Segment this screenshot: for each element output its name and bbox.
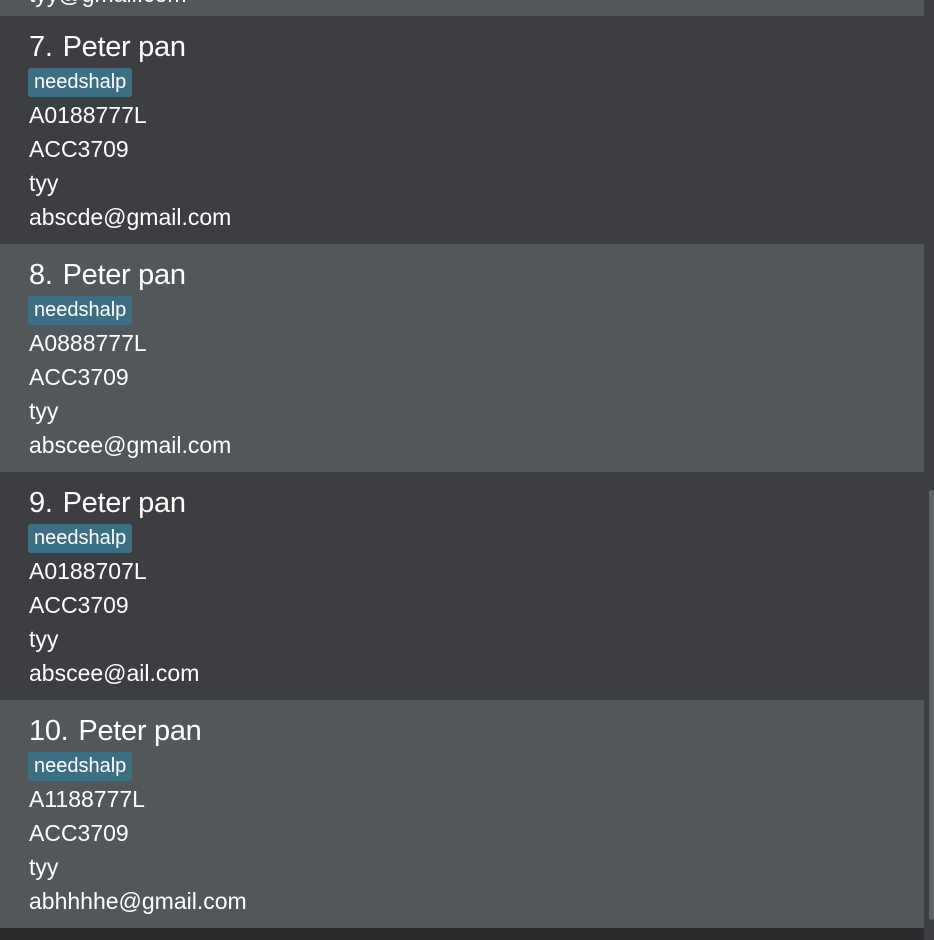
person-email: abscee@ail.com <box>29 660 200 686</box>
person-module: ACC3709 <box>29 364 129 390</box>
person-tag: needshalp <box>28 524 133 553</box>
person-module: ACC3709 <box>29 820 129 846</box>
person-name-row: 9. Peter pan <box>29 486 186 520</box>
person-module: ACC3709 <box>29 136 129 162</box>
person-student-id: A0188707L <box>29 558 147 584</box>
person-tutorial: tyy <box>29 170 59 196</box>
scrollbar-thumb[interactable] <box>929 490 934 920</box>
person-index: 9. <box>29 487 53 519</box>
list-bottom-edge <box>0 928 924 940</box>
person-module: ACC3709 <box>29 592 129 618</box>
person-card-10[interactable]: 10. Peter pan needshalp A1188777L ACC3709… <box>0 700 924 928</box>
person-tag: needshalp <box>28 68 133 97</box>
person-email: abscee@gmail.com <box>29 432 232 458</box>
person-card-9[interactable]: 9. Peter pan needshalp A0188707L ACC3709 … <box>0 472 924 700</box>
person-name-row: 8. Peter pan <box>29 258 186 292</box>
person-name-row: 10. Peter pan <box>29 714 202 748</box>
person-index: 8. <box>29 259 53 291</box>
person-name-row: 7. Peter pan <box>29 30 186 64</box>
person-tag: needshalp <box>28 296 133 325</box>
person-email: abscde@gmail.com <box>29 204 232 230</box>
person-name: Peter pan <box>62 487 186 519</box>
person-student-id: A0188777L <box>29 102 147 128</box>
person-card-7[interactable]: 7. Peter pan needshalp A0188777L ACC3709 … <box>0 16 924 244</box>
person-tutorial: tyy <box>29 626 59 652</box>
person-index: 10. <box>29 715 69 747</box>
person-name: Peter pan <box>62 31 186 63</box>
person-index: 7. <box>29 31 53 63</box>
person-card-partial[interactable]: tyy@gmail.com <box>0 0 924 16</box>
person-student-id: A1188777L <box>29 786 145 812</box>
person-email: tyy@gmail.com <box>29 0 187 8</box>
person-tutorial: tyy <box>29 398 59 424</box>
person-list[interactable]: tyy@gmail.com 7. Peter pan needshalp A018… <box>0 0 924 940</box>
person-card-8[interactable]: 8. Peter pan needshalp A0888777L ACC3709 … <box>0 244 924 472</box>
person-email: abhhhhe@gmail.com <box>29 888 247 914</box>
person-name: Peter pan <box>62 259 186 291</box>
person-name: Peter pan <box>78 715 202 747</box>
person-tutorial: tyy <box>29 854 59 880</box>
person-student-id: A0888777L <box>29 330 147 356</box>
person-tag: needshalp <box>28 752 133 781</box>
